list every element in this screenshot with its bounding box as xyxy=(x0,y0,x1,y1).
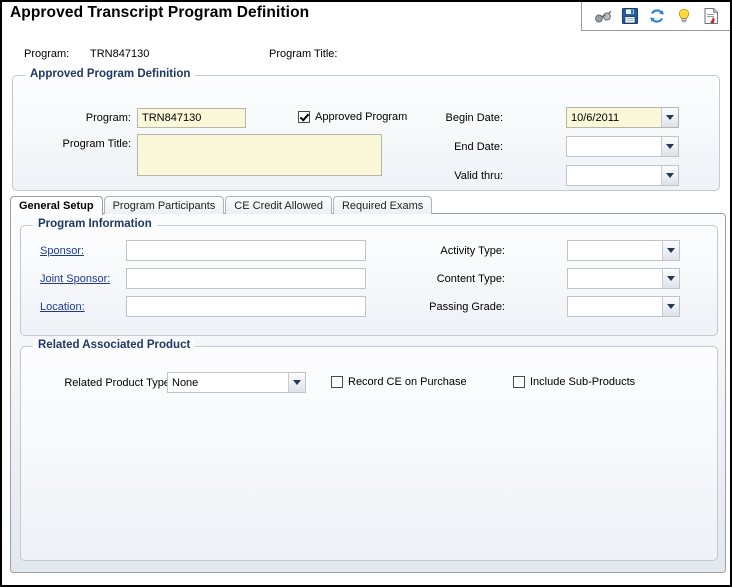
content-type-select[interactable] xyxy=(567,268,680,289)
save-icon[interactable] xyxy=(621,7,639,25)
tabstrip: General Setup Program Participants CE Cr… xyxy=(10,196,433,215)
valid-thru-value xyxy=(567,166,661,185)
sponsor-input[interactable] xyxy=(126,240,366,261)
location-link[interactable]: Location: xyxy=(40,301,85,313)
content-type-label: Content Type: xyxy=(436,273,505,285)
record-ce-on-purchase-checkbox-box[interactable] xyxy=(331,376,343,388)
report-icon[interactable] xyxy=(702,7,720,25)
record-ce-on-purchase-checkbox[interactable]: Record CE on Purchase xyxy=(331,376,467,388)
tab-required-exams[interactable]: Required Exams xyxy=(332,196,433,214)
include-sub-products-label: Include Sub-Products xyxy=(530,376,636,388)
page-title: Approved Transcript Program Definition xyxy=(10,4,310,21)
valid-thru-label: Valid thru: xyxy=(454,170,503,182)
program-information-legend: Program Information xyxy=(33,218,157,230)
tab-program-participants[interactable]: Program Participants xyxy=(103,196,225,214)
chevron-down-icon[interactable] xyxy=(288,373,305,392)
toolbar xyxy=(581,2,730,31)
end-date-value xyxy=(567,137,661,156)
program-input[interactable] xyxy=(137,108,246,128)
chevron-down-icon[interactable] xyxy=(662,241,679,260)
activity-type-value xyxy=(568,241,662,260)
record-ce-on-purchase-label: Record CE on Purchase xyxy=(348,376,467,388)
summary-program-title-label: Program Title: xyxy=(269,48,338,60)
related-product-type-value: None xyxy=(172,376,199,389)
program-label: Program: xyxy=(85,112,131,124)
location-input[interactable] xyxy=(126,296,366,317)
summary-program-label: Program: xyxy=(24,48,70,60)
application-window: Approved Transcript Program Definition P… xyxy=(0,0,732,587)
end-date-picker[interactable] xyxy=(566,136,679,157)
sponsor-link[interactable]: Sponsor: xyxy=(40,245,84,257)
tab-general-setup[interactable]: General Setup xyxy=(10,196,103,215)
begin-date-label: Begin Date: xyxy=(445,112,503,124)
passing-grade-value xyxy=(568,297,662,316)
chevron-down-icon[interactable] xyxy=(662,269,679,288)
joint-sponsor-input[interactable] xyxy=(126,268,366,289)
approved-program-checkbox-box[interactable] xyxy=(298,111,310,123)
program-information-group: Program Information Sponsor: Joint Spons… xyxy=(20,218,718,336)
approved-program-checkbox-label: Approved Program xyxy=(315,111,408,123)
summary-program-value: TRN847130 xyxy=(90,48,150,60)
program-title-input[interactable] xyxy=(137,134,382,176)
lightbulb-icon[interactable] xyxy=(675,7,693,25)
valid-thru-picker[interactable] xyxy=(566,165,679,186)
binoculars-icon[interactable] xyxy=(594,7,612,25)
chevron-down-icon[interactable] xyxy=(661,166,678,185)
program-title-label: Program Title: xyxy=(62,138,131,150)
summary-row: Program: TRN847130 Program Title: xyxy=(2,48,730,66)
begin-date-value: 10/6/2011 xyxy=(571,111,620,124)
include-sub-products-checkbox[interactable]: Include Sub-Products xyxy=(513,376,635,388)
related-associated-product-legend: Related Associated Product xyxy=(33,339,196,351)
activity-type-label: Activity Type: xyxy=(440,245,505,257)
tab-ce-credit-allowed[interactable]: CE Credit Allowed xyxy=(225,196,332,214)
approved-program-definition-group: Approved Program Definition Program: App… xyxy=(12,68,720,191)
header-bar: Approved Transcript Program Definition xyxy=(2,2,730,34)
passing-grade-select[interactable] xyxy=(567,296,680,317)
related-product-type-select[interactable]: None xyxy=(167,372,306,393)
chevron-down-icon[interactable] xyxy=(661,108,678,127)
include-sub-products-checkbox-box[interactable] xyxy=(513,376,525,388)
related-associated-product-group: Related Associated Product Related Produ… xyxy=(20,339,718,561)
tab-panel-general-setup: Program Information Sponsor: Joint Spons… xyxy=(10,213,726,573)
content-type-value xyxy=(568,269,662,288)
refresh-icon[interactable] xyxy=(648,7,666,25)
passing-grade-label: Passing Grade: xyxy=(429,301,505,313)
approved-program-checkbox[interactable]: Approved Program xyxy=(298,111,407,123)
related-product-type-label: Related Product Type: xyxy=(64,377,173,389)
begin-date-picker[interactable]: 10/6/2011 xyxy=(566,107,679,128)
approved-program-definition-legend: Approved Program Definition xyxy=(25,68,196,80)
chevron-down-icon[interactable] xyxy=(661,137,678,156)
activity-type-select[interactable] xyxy=(567,240,680,261)
chevron-down-icon[interactable] xyxy=(662,297,679,316)
joint-sponsor-link[interactable]: Joint Sponsor: xyxy=(40,273,110,285)
end-date-label: End Date: xyxy=(454,141,503,153)
